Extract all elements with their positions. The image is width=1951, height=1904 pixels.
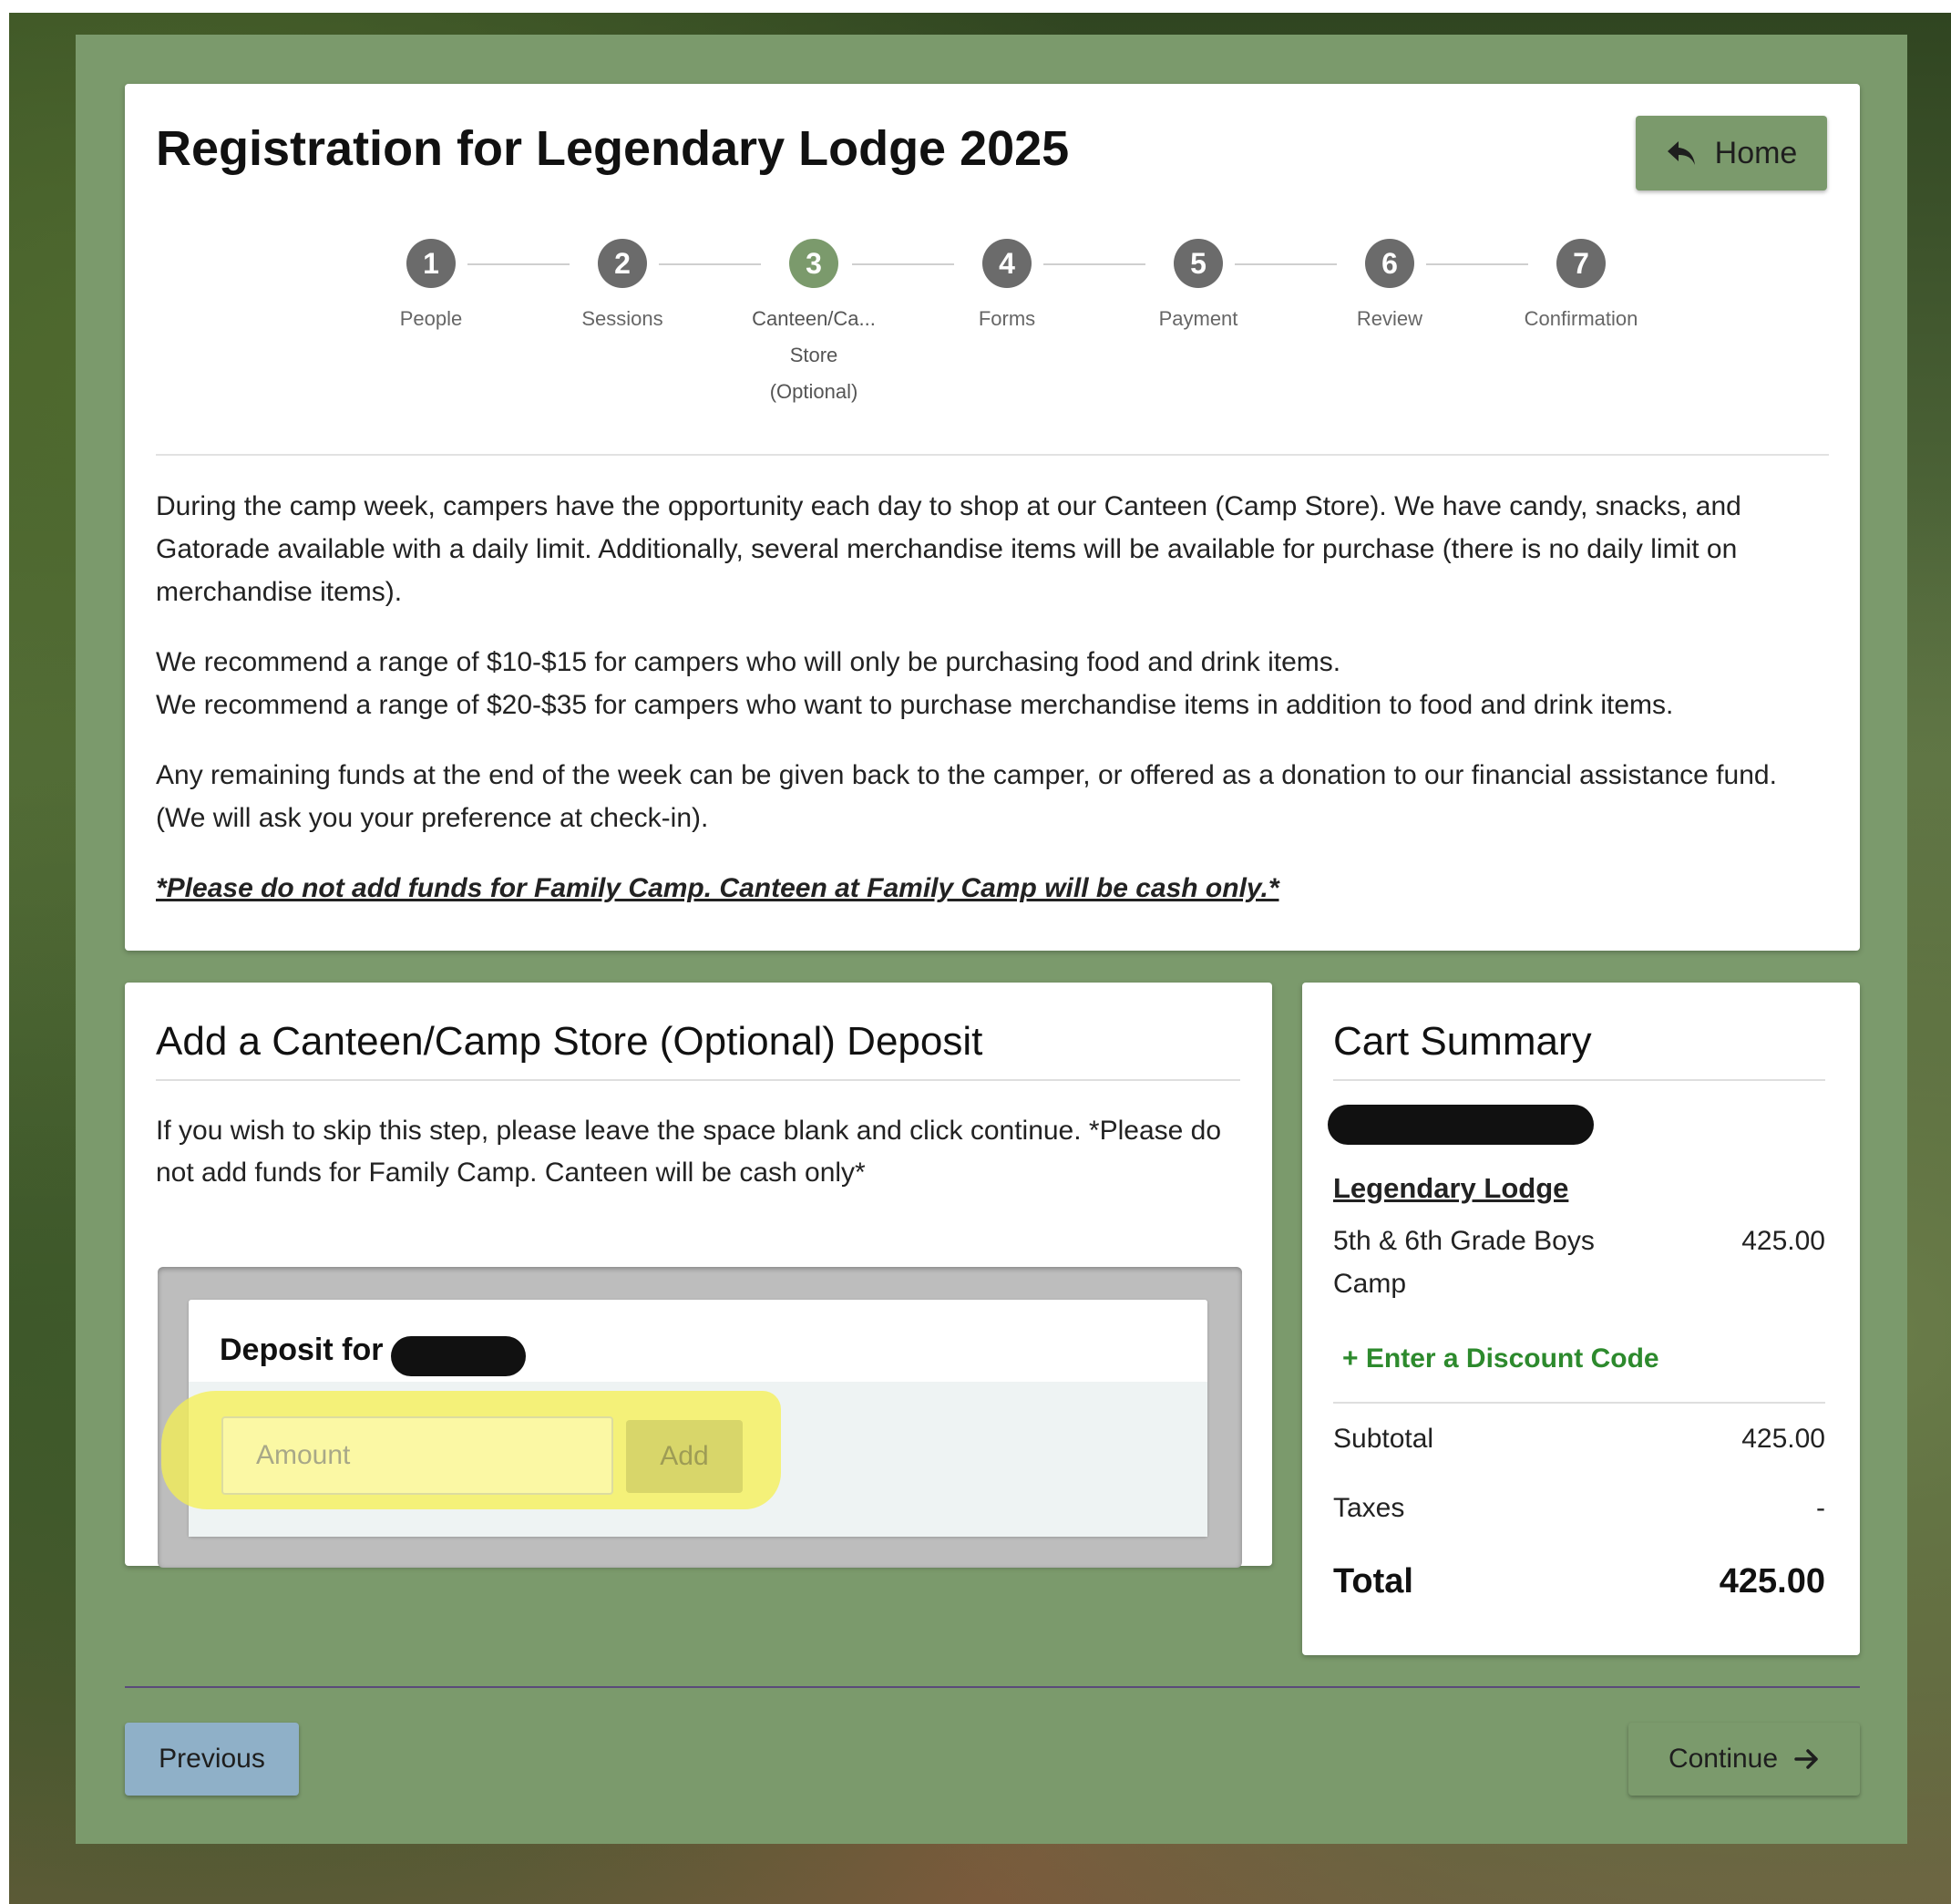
step-number: 7 (1556, 239, 1606, 288)
recommendation-merch: We recommend a range of $20-$35 for camp… (156, 690, 1674, 720)
redacted-name (391, 1336, 526, 1376)
home-button-label: Home (1714, 135, 1798, 170)
cart-title: Cart Summary (1333, 1019, 1592, 1064)
progress-stepper: 1 People 2 Sessions 3 Canteen/Ca... Stor… (349, 84, 1661, 448)
step-label-line: (Optional) (769, 380, 858, 403)
step-number: 5 (1174, 239, 1223, 288)
step-number: 4 (982, 239, 1032, 288)
recommendation-food: We recommend a range of $10-$15 for camp… (156, 647, 1341, 677)
subtotal-label: Subtotal (1333, 1424, 1434, 1454)
cart-item-row: 5th & 6th Grade Boys Camp 425.00 (1333, 1220, 1825, 1305)
taxes-value: - (1816, 1493, 1825, 1523)
step-label: Payment (1158, 307, 1238, 330)
step-label: Canteen/Ca... Store (Optional) (732, 301, 896, 410)
step-label-line: Canteen/Ca... (752, 307, 876, 330)
step-number: 3 (789, 239, 838, 288)
reply-arrow-icon (1667, 141, 1695, 165)
remaining-funds-paragraph: Any remaining funds at the end of the we… (156, 760, 1777, 833)
step-review[interactable]: 6 Review (1308, 239, 1472, 337)
step-people[interactable]: 1 People (349, 239, 513, 337)
plus-icon: + (1342, 1343, 1359, 1374)
total-value: 425.00 (1719, 1562, 1825, 1600)
canteen-intro: During the camp week, campers have the o… (156, 485, 1833, 937)
family-camp-notice: *Please do not add funds for Family Camp… (156, 873, 1279, 903)
step-label: Review (1356, 307, 1423, 330)
subtotal-row: Subtotal 425.00 (1333, 1424, 1825, 1455)
step-label: Forms (978, 307, 1036, 330)
step-number: 6 (1365, 239, 1414, 288)
arrow-right-icon (1794, 1749, 1818, 1769)
deposit-input-row: Add (161, 1382, 1207, 1537)
discount-code-link[interactable]: + Enter a Discount Code (1342, 1343, 1659, 1374)
step-number: 1 (406, 239, 456, 288)
deposit-card: Add a Canteen/Camp Store (Optional) Depo… (125, 983, 1272, 1568)
continue-label: Continue (1668, 1744, 1779, 1774)
home-button[interactable]: Home (1636, 116, 1827, 190)
deposit-well: Deposit for Add (158, 1267, 1242, 1568)
cart-item-name: 5th & 6th Grade Boys Camp (1333, 1226, 1595, 1299)
amount-input[interactable] (221, 1416, 613, 1495)
cart-divider (1333, 1402, 1825, 1404)
total-label: Total (1333, 1562, 1413, 1600)
section-divider (1333, 1079, 1825, 1081)
total-row: Total 425.00 (1333, 1562, 1825, 1601)
step-label: Sessions (581, 307, 663, 330)
nav-divider (125, 1686, 1860, 1688)
registration-frame: Registration for Legendary Lodge 2025 Ho… (76, 35, 1907, 1844)
cart-summary-card: Cart Summary Legendary Lodge 5th & 6th G… (1302, 983, 1860, 1655)
camp-link[interactable]: Legendary Lodge (1333, 1172, 1568, 1205)
add-deposit-button[interactable]: Add (626, 1420, 743, 1493)
page-left-border (0, 0, 9, 1904)
deposit-title: Add a Canteen/Camp Store (Optional) Depo… (156, 1019, 983, 1064)
previous-button[interactable]: Previous (125, 1723, 299, 1796)
redacted-camper-name (1328, 1105, 1594, 1145)
step-sessions[interactable]: 2 Sessions (540, 239, 704, 337)
intro-paragraph: During the camp week, campers have the o… (156, 491, 1741, 607)
cart-item-price: 425.00 (1741, 1226, 1825, 1256)
deposit-heading: Deposit for (220, 1333, 384, 1367)
step-confirmation[interactable]: 7 Confirmation (1499, 239, 1663, 337)
continue-button[interactable]: Continue (1628, 1723, 1860, 1796)
step-forms[interactable]: 4 Forms (925, 239, 1089, 337)
step-payment[interactable]: 5 Payment (1116, 239, 1280, 337)
step-label: People (399, 307, 463, 330)
step-number: 2 (598, 239, 647, 288)
subtotal-value: 425.00 (1741, 1424, 1825, 1454)
taxes-row: Taxes - (1333, 1493, 1825, 1524)
step-canteen[interactable]: 3 Canteen/Ca... Store (Optional) (732, 239, 896, 410)
section-divider (156, 454, 1829, 456)
page-top-border (0, 0, 1951, 13)
section-divider (156, 1079, 1240, 1081)
registration-info-card: Registration for Legendary Lodge 2025 Ho… (125, 84, 1860, 951)
discount-label: Enter a Discount Code (1365, 1343, 1659, 1374)
deposit-description: If you wish to skip this step, please le… (156, 1116, 1222, 1188)
taxes-label: Taxes (1333, 1493, 1405, 1523)
recommendation-paragraph: We recommend a range of $10-$15 for camp… (156, 641, 1833, 726)
step-label-line: Store (789, 344, 838, 366)
deposit-entry: Deposit for Add (161, 1300, 1207, 1537)
step-label: Confirmation (1524, 307, 1638, 330)
